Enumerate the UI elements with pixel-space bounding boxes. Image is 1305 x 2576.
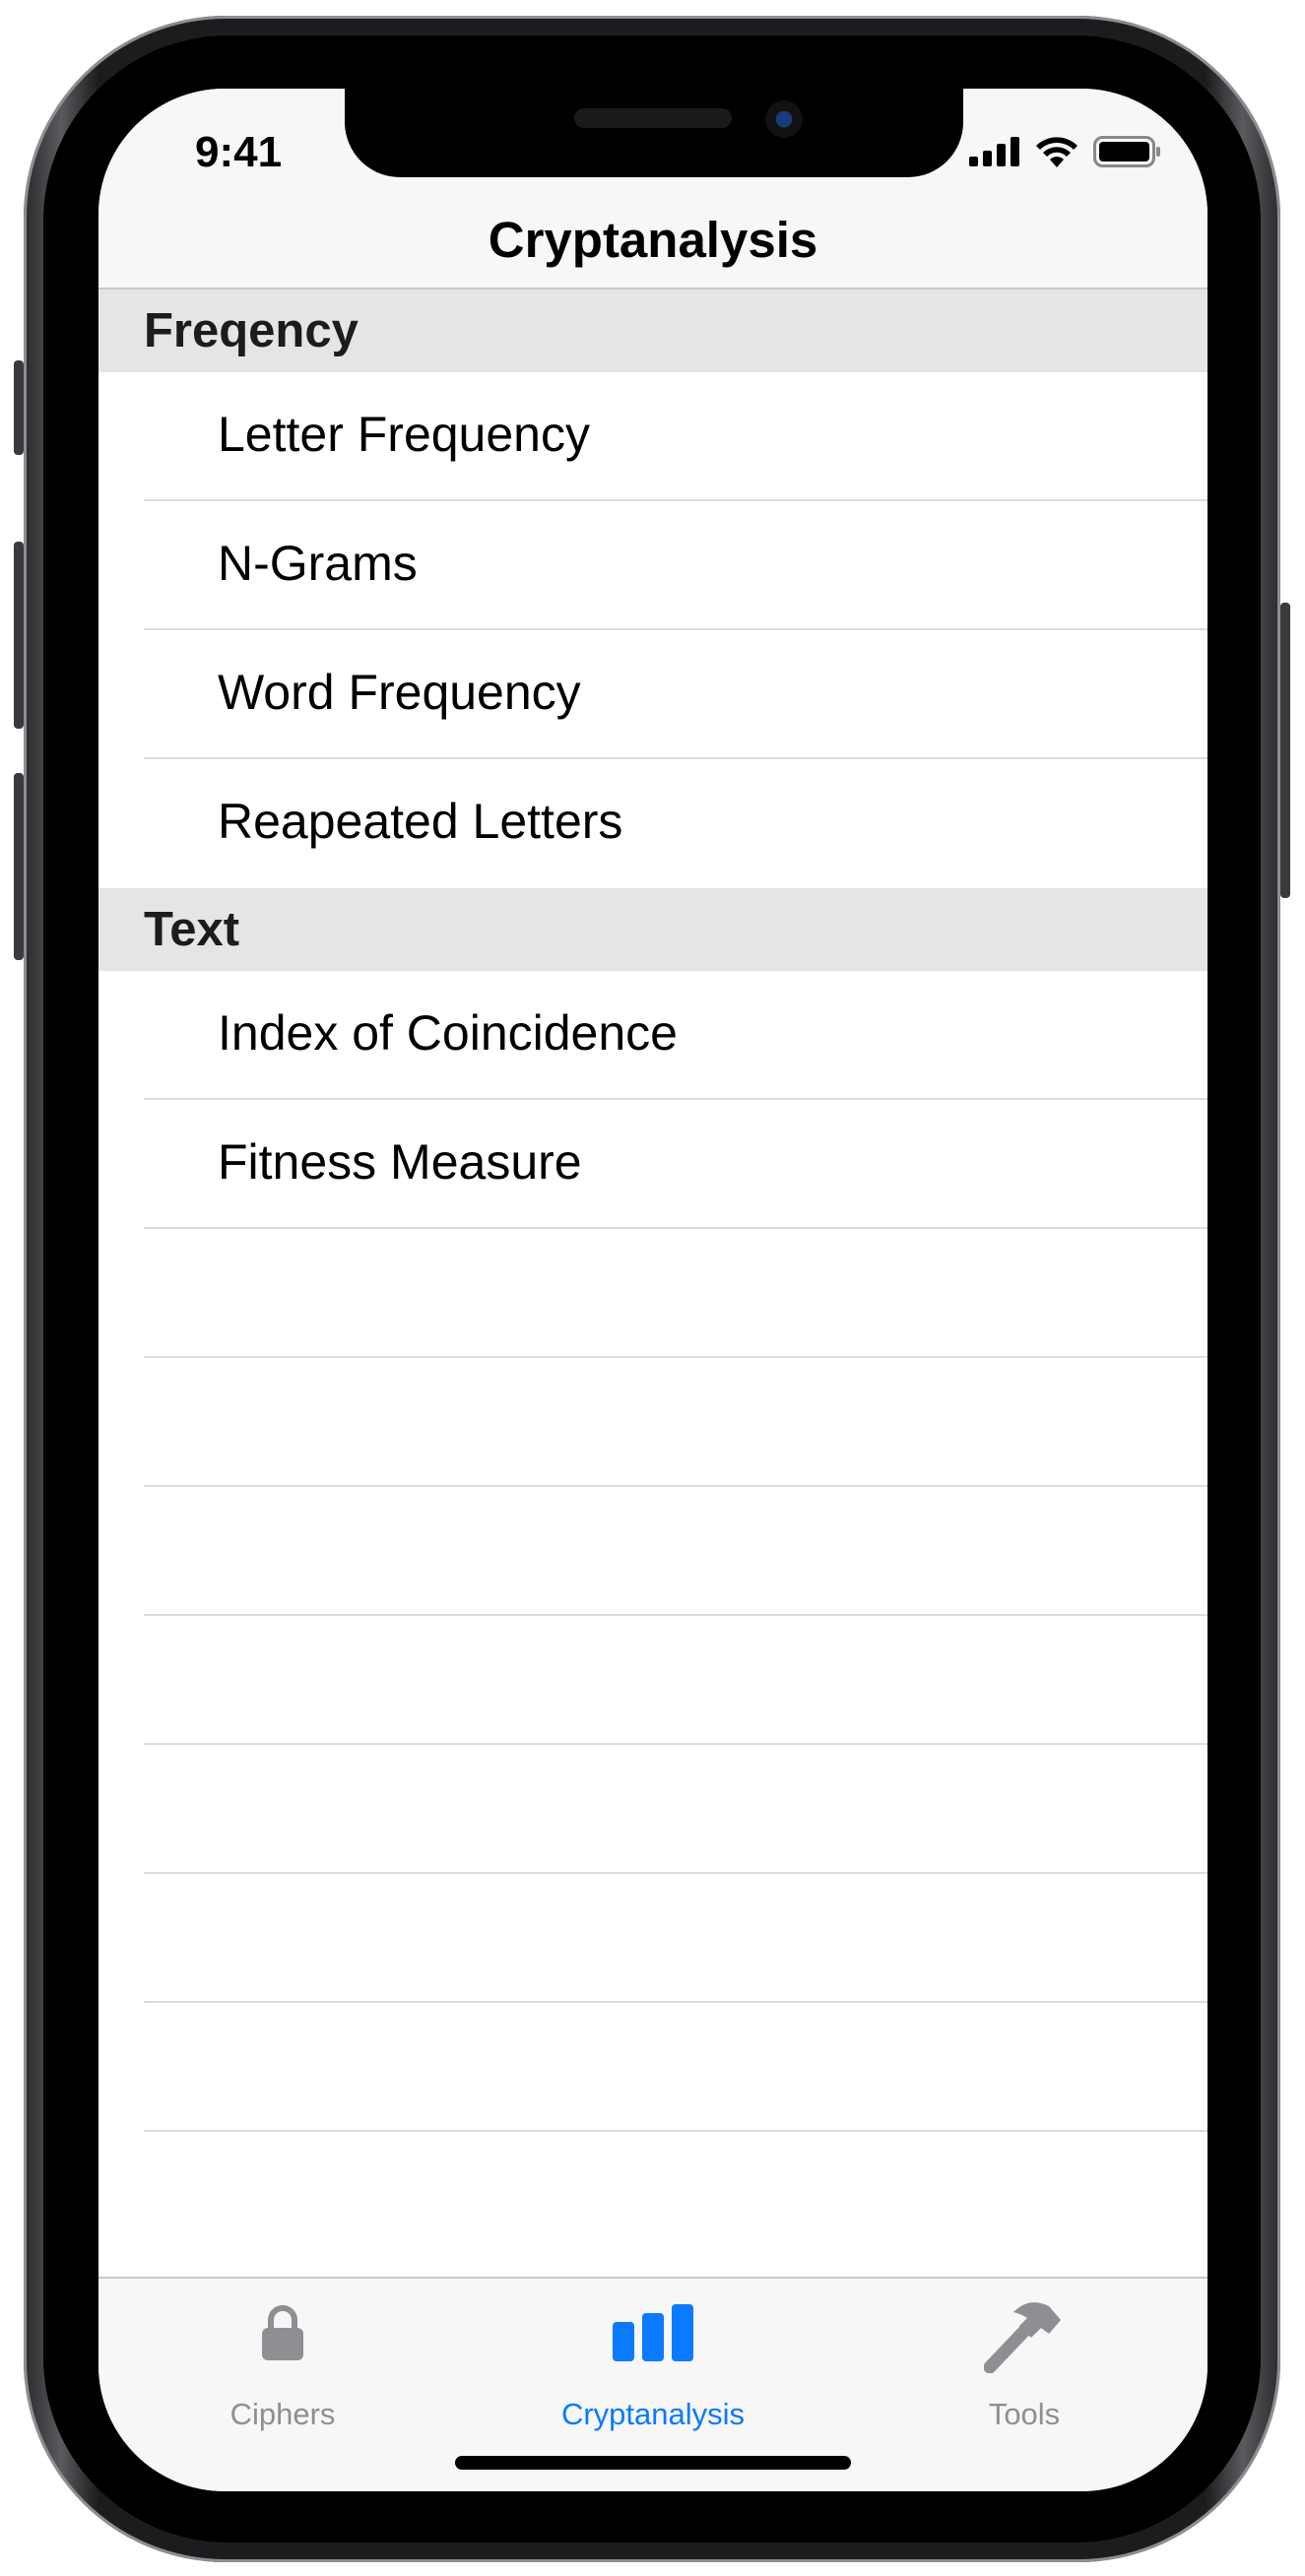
tab-cryptanalysis[interactable]: Cryptanalysis [525,2304,781,2431]
empty-row [98,1358,1207,1487]
navigation-bar: Cryptanalysis [98,177,1207,290]
status-time: 9:41 [195,128,283,176]
tab-ciphers[interactable]: Ciphers [155,2304,411,2431]
wifi-icon [1036,137,1077,167]
app-screen: 9:41 Cryptanalysis Freqency Letter Frequ… [98,89,1207,2491]
list-item-label: N-Grams [218,536,418,591]
empty-row [98,2003,1207,2132]
empty-row [98,1616,1207,1745]
notch [345,89,963,177]
speaker-grille [574,108,732,128]
volume-down-button [14,773,24,960]
bar-chart-icon [613,2304,693,2361]
list-item-label: Index of Coincidence [218,1005,678,1061]
battery-icon [1093,136,1160,167]
empty-row [98,1487,1207,1616]
home-indicator[interactable] [455,2456,851,2470]
section-header-frequency: Freqency [98,290,1207,372]
page-title: Cryptanalysis [488,212,818,268]
section-header-text: Text [98,888,1207,971]
list-item-label: Word Frequency [218,665,581,720]
front-camera [765,100,803,138]
cellular-signal-icon [969,137,1019,166]
list-item-label: Reapeated Letters [218,794,623,849]
tab-label: Ciphers [229,2397,336,2431]
tab-tools[interactable]: Tools [896,2302,1152,2431]
empty-row [98,1229,1207,1358]
row-separator [144,2130,1207,2132]
power-button [1280,603,1290,898]
empty-row [98,1745,1207,1874]
empty-row [98,1874,1207,2003]
hammer-icon [984,2302,1061,2373]
list-item-repeated-letters[interactable]: Reapeated Letters [98,759,1207,888]
list-item-fitness-measure[interactable]: Fitness Measure [98,1100,1207,1229]
volume-up-button [14,542,24,729]
list-item-label: Letter Frequency [218,407,590,462]
tab-label: Tools [988,2397,1061,2431]
analysis-list: Freqency Letter Frequency N-Grams Word F… [98,290,1207,2132]
tab-label: Cryptanalysis [560,2397,746,2431]
mute-switch [14,360,24,455]
list-item-label: Fitness Measure [218,1134,582,1190]
list-item-letter-frequency[interactable]: Letter Frequency [98,372,1207,501]
list-item-word-frequency[interactable]: Word Frequency [98,630,1207,759]
list-item-index-of-coincidence[interactable]: Index of Coincidence [98,971,1207,1100]
status-icons [969,136,1162,167]
list-item-n-grams[interactable]: N-Grams [98,501,1207,630]
lock-icon [262,2305,303,2360]
